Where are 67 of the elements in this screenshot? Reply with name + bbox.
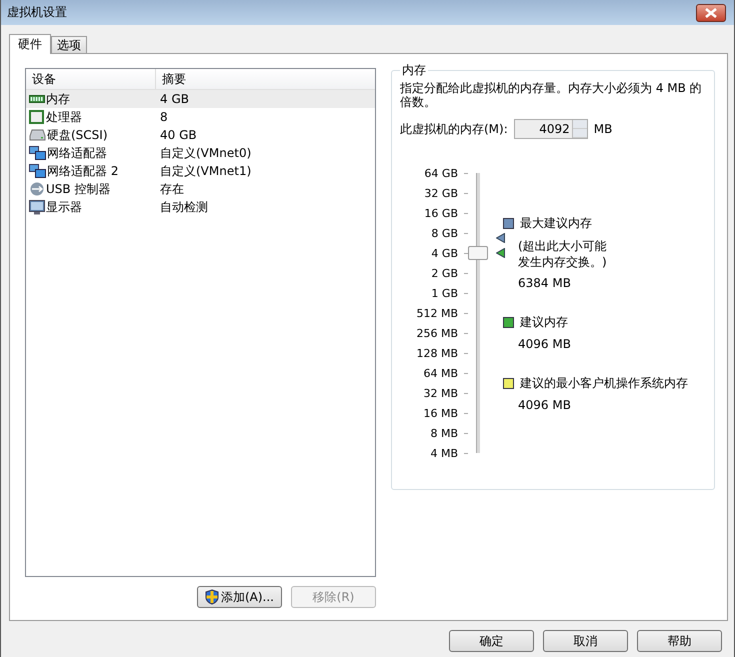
scale-label: 8 MB [430, 426, 458, 440]
column-header[interactable]: 设备 [26, 69, 156, 89]
scale-label: 4 MB [430, 446, 458, 460]
spin-arrows-icon [572, 120, 587, 138]
device-row[interactable]: 显示器 自动检测 [26, 198, 375, 216]
tab[interactable]: 硬件 [9, 34, 51, 54]
window-title: 虚拟机设置 [7, 4, 67, 21]
device-name: 网络适配器 [47, 144, 107, 162]
memory-spinbox[interactable]: 4092 [514, 119, 588, 139]
scale-label: 128 MB [416, 346, 458, 360]
device-name: 内存 [46, 90, 70, 108]
close-button[interactable] [696, 4, 726, 22]
slider-thumb[interactable] [468, 246, 488, 260]
legend-title: 建议内存 [520, 314, 568, 331]
scale-label: 16 GB [424, 206, 458, 220]
legend-value: 4096 MB [518, 398, 572, 412]
device-name: 处理器 [46, 108, 82, 126]
shield-icon [204, 589, 219, 605]
device-summary: 8 [159, 110, 168, 124]
network-computers-icon [29, 146, 46, 160]
device-summary: 自动检测 [159, 198, 208, 216]
scale-label: 64 MB [423, 366, 458, 380]
device-name: 显示器 [46, 198, 82, 216]
device-summary: 4 GB [159, 92, 189, 106]
legend-value: 4096 MB [518, 337, 572, 351]
memory-module-icon [29, 93, 45, 105]
device-name: 硬盘(SCSI) [47, 126, 108, 144]
device-button[interactable]: 添加(A)... [197, 586, 282, 608]
tab[interactable]: 选项 [51, 36, 87, 53]
scale-label: 4 GB [431, 246, 458, 260]
device-name: USB 控制器 [46, 180, 110, 198]
legend-note: (超出此大小可能发生内存交换。) [518, 238, 608, 270]
network-computers-icon [29, 164, 46, 178]
device-row[interactable]: 网络适配器 自定义(VMnet0) [26, 144, 375, 162]
field-label: 此虚拟机的内存(M): [400, 120, 508, 138]
device-row[interactable]: 处理器 8 [26, 108, 375, 126]
device-summary: 自定义(VMnet1) [159, 162, 252, 180]
device-summary: 存在 [159, 180, 184, 198]
legend-value: 6384 MB [518, 276, 572, 290]
device-row[interactable]: USB 控制器 存在 [26, 180, 375, 198]
memory-description: 指定分配给此虚拟机的内存量。内存大小必须为 4 MB 的倍数。 [400, 81, 703, 109]
unit-label: MB [594, 122, 612, 136]
scale-label: 64 GB [424, 166, 458, 180]
device-summary: 40 GB [159, 128, 197, 142]
legend-title: 最大建议内存 [520, 215, 592, 232]
scale-label: 256 MB [416, 326, 458, 340]
scale-label: 32 MB [423, 386, 458, 400]
scale-label: 2 GB [431, 266, 458, 280]
device-row[interactable]: 网络适配器 2 自定义(VMnet1) [26, 162, 375, 180]
group-title: 内存 [401, 62, 427, 79]
legend-title: 建议的最小客户机操作系统内存 [520, 375, 688, 392]
scale-label: 1 GB [431, 286, 458, 300]
device-row[interactable]: 硬盘(SCSI) 40 GB [26, 126, 375, 144]
dialog-button[interactable]: 帮助 [637, 630, 722, 652]
device-name: 网络适配器 2 [47, 162, 118, 180]
column-header[interactable]: 摘要 [156, 69, 186, 89]
monitor-icon [29, 200, 45, 214]
dialog-button[interactable]: 取消 [543, 630, 628, 652]
processor-icon [29, 110, 45, 124]
scale-label: 8 GB [431, 226, 458, 240]
dialog-button[interactable]: 确定 [449, 630, 534, 652]
scale-label: 512 MB [416, 306, 458, 320]
device-row[interactable]: 内存 4 GB [26, 90, 375, 108]
close-icon [704, 8, 718, 18]
device-summary: 自定义(VMnet0) [159, 144, 252, 162]
scale-label: 16 MB [423, 406, 458, 420]
scale-label: 32 GB [424, 186, 458, 200]
